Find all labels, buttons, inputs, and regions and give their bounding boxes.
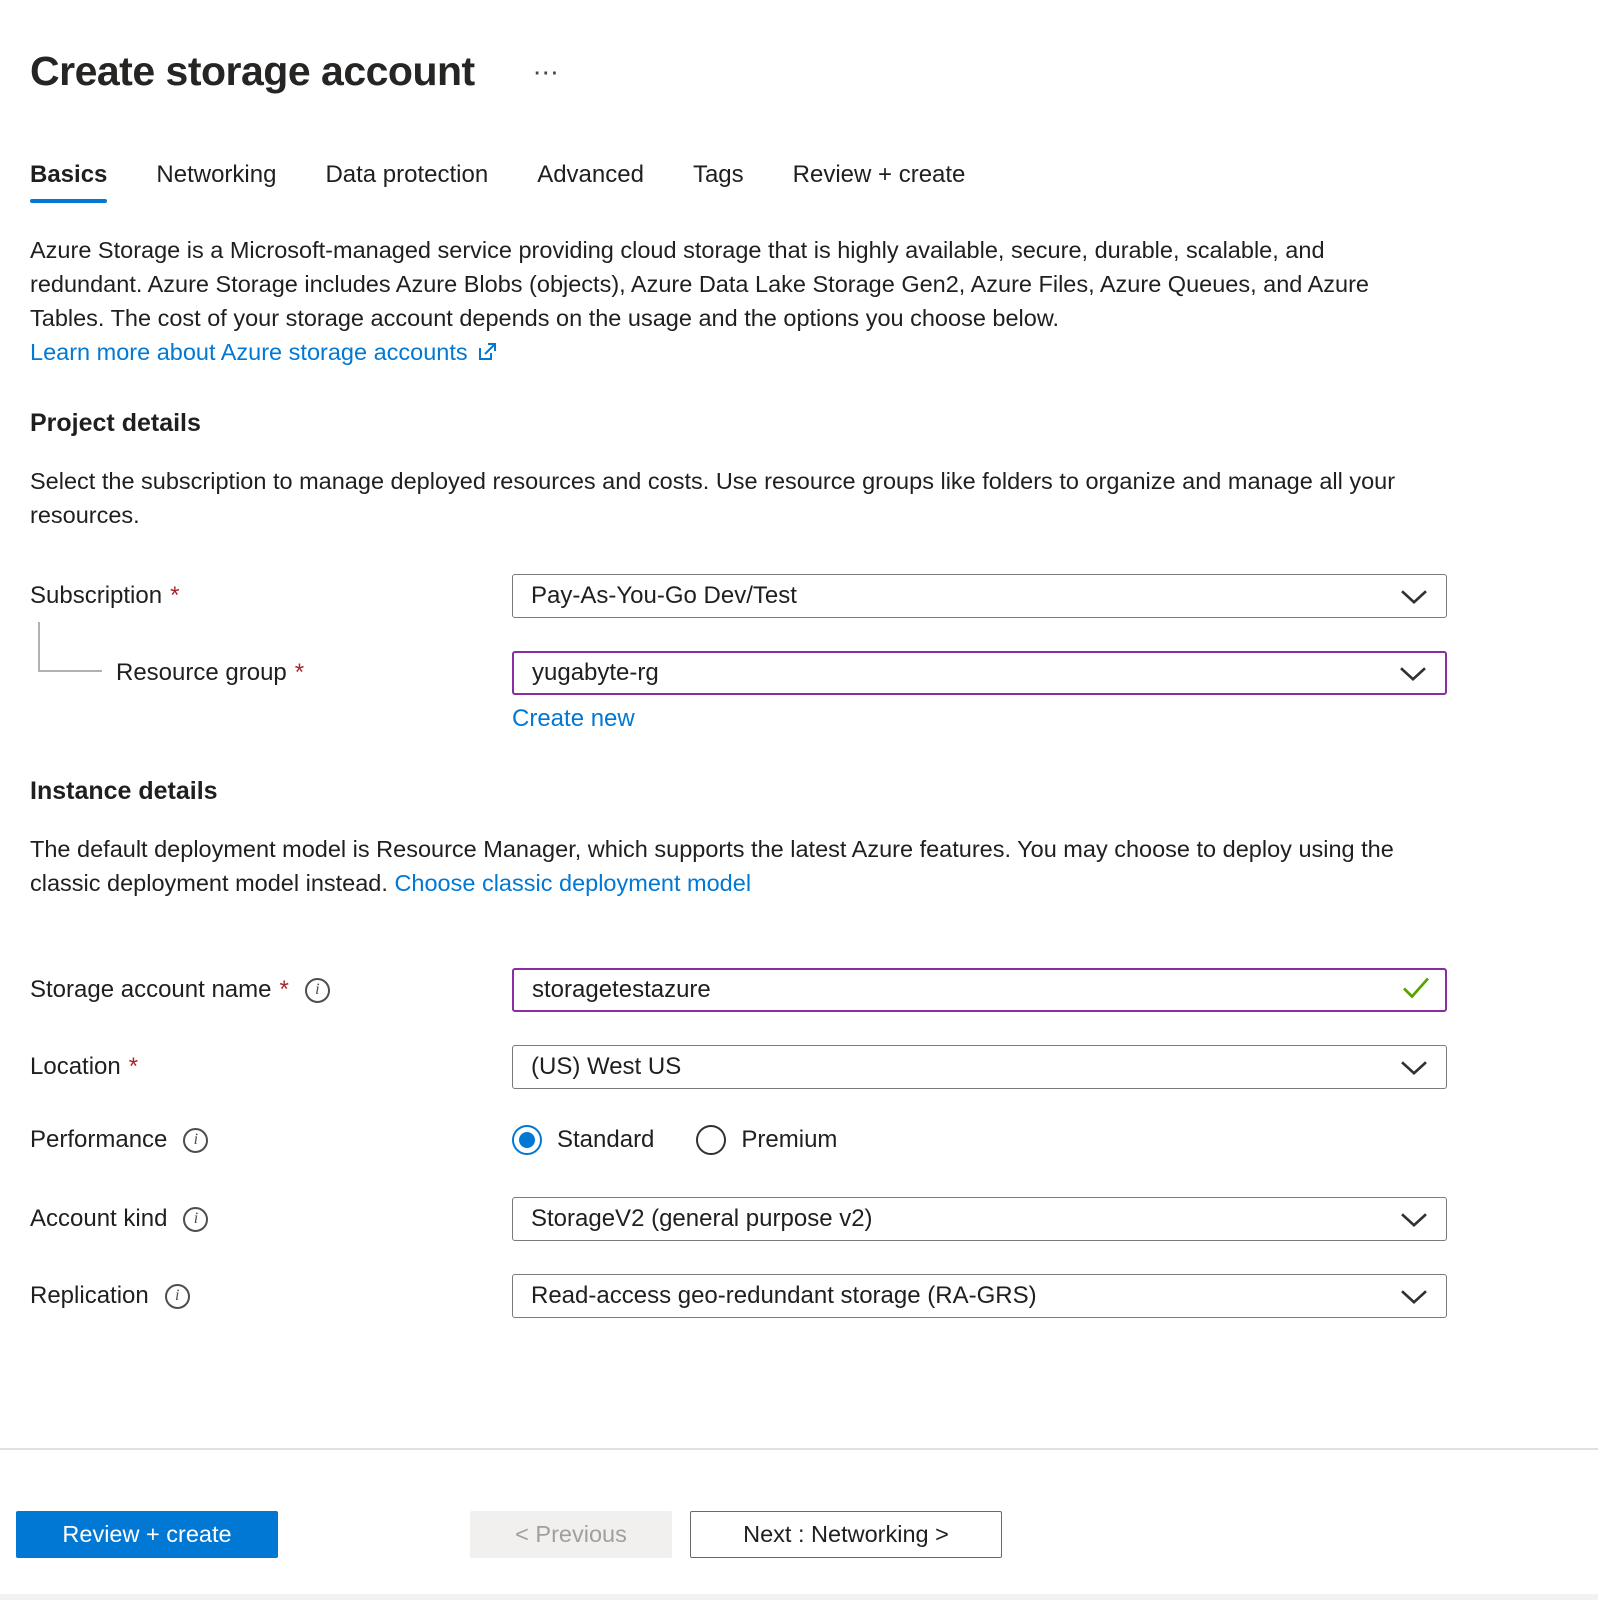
next-networking-button[interactable]: Next : Networking > xyxy=(690,1511,1002,1558)
storage-account-name-label-wrap: Storage account name * i xyxy=(30,976,512,1004)
location-row: Location * (US) West US xyxy=(30,1045,1568,1089)
subscription-row: Subscription * Pay-As-You-Go Dev/Test xyxy=(30,574,1568,618)
resource-group-label-wrap: Resource group * xyxy=(30,659,512,687)
info-icon[interactable]: i xyxy=(183,1128,208,1153)
replication-field-col: Read-access geo-redundant storage (RA-GR… xyxy=(512,1274,1447,1318)
page-header: Create storage account ⋯ xyxy=(30,48,1568,95)
replication-label: Replication xyxy=(30,1282,149,1310)
create-new-wrap: Create new xyxy=(512,705,1447,733)
resource-group-required-mark: * xyxy=(295,659,304,687)
replication-row: Replication i Read-access geo-redundant … xyxy=(30,1274,1568,1318)
more-options-icon[interactable]: ⋯ xyxy=(527,55,567,89)
instance-details-heading: Instance details xyxy=(30,777,1568,806)
location-label: Location xyxy=(30,1053,121,1081)
chevron-down-icon xyxy=(1400,584,1428,612)
create-new-link[interactable]: Create new xyxy=(512,705,635,733)
resource-group-dropdown[interactable]: yugabyte-rg xyxy=(512,651,1447,695)
project-details-heading: Project details xyxy=(30,409,1568,438)
subscription-dropdown[interactable]: Pay-As-You-Go Dev/Test xyxy=(512,574,1447,618)
instance-details-description: The default deployment model is Resource… xyxy=(30,832,1430,900)
location-label-wrap: Location * xyxy=(30,1053,512,1081)
storage-account-name-required-mark: * xyxy=(280,976,289,1004)
performance-radio-group: Standard Premium xyxy=(512,1125,1447,1155)
performance-label: Performance xyxy=(30,1126,167,1154)
external-link-icon xyxy=(476,341,498,363)
account-kind-label: Account kind xyxy=(30,1205,167,1233)
chevron-down-icon xyxy=(1400,1055,1428,1083)
learn-more-link-text: Learn more about Azure storage accounts xyxy=(30,335,468,369)
form-tabs: Basics Networking Data protection Advanc… xyxy=(30,161,1568,203)
project-details-form: Subscription * Pay-As-You-Go Dev/Test Re… xyxy=(30,574,1568,733)
account-kind-field-col: StorageV2 (general purpose v2) xyxy=(512,1197,1447,1241)
valid-check-icon xyxy=(1401,976,1431,1005)
tab-basics[interactable]: Basics xyxy=(30,161,107,203)
resource-group-label: Resource group xyxy=(116,659,287,687)
resource-group-row: Resource group * yugabyte-rg xyxy=(30,651,1568,695)
account-kind-row: Account kind i StorageV2 (general purpos… xyxy=(30,1197,1568,1241)
storage-account-name-input[interactable] xyxy=(512,968,1447,1012)
learn-more-link[interactable]: Learn more about Azure storage accounts xyxy=(30,335,498,369)
storage-account-name-field-col xyxy=(512,968,1447,1012)
radio-unselected-icon xyxy=(696,1125,726,1155)
replication-dropdown[interactable]: Read-access geo-redundant storage (RA-GR… xyxy=(512,1274,1447,1318)
tab-tags[interactable]: Tags xyxy=(693,161,744,203)
bottom-edge-strip xyxy=(0,1594,1598,1600)
account-kind-value: StorageV2 (general purpose v2) xyxy=(531,1205,873,1233)
instance-details-form: Storage account name * i Location * xyxy=(30,968,1568,1318)
resource-group-field-col: yugabyte-rg xyxy=(512,651,1447,695)
subscription-field-col: Pay-As-You-Go Dev/Test xyxy=(512,574,1447,618)
location-required-mark: * xyxy=(129,1053,138,1081)
previous-button[interactable]: < Previous xyxy=(470,1511,672,1558)
location-dropdown[interactable]: (US) West US xyxy=(512,1045,1447,1089)
storage-account-name-row: Storage account name * i xyxy=(30,968,1568,1012)
project-details-description: Select the subscription to manage deploy… xyxy=(30,464,1430,532)
tab-advanced[interactable]: Advanced xyxy=(537,161,644,203)
page-title: Create storage account xyxy=(30,48,475,95)
storage-account-name-input-wrap xyxy=(512,968,1447,1012)
create-storage-account-page: Create storage account ⋯ Basics Networki… xyxy=(0,0,1598,1600)
storage-account-name-label: Storage account name xyxy=(30,976,272,1004)
chevron-down-icon xyxy=(1399,661,1427,689)
tab-review-create[interactable]: Review + create xyxy=(793,161,966,203)
location-field-col: (US) West US xyxy=(512,1045,1447,1089)
review-create-button[interactable]: Review + create xyxy=(16,1511,278,1558)
chevron-down-icon xyxy=(1400,1207,1428,1235)
account-kind-label-wrap: Account kind i xyxy=(30,1205,512,1233)
resource-group-value: yugabyte-rg xyxy=(532,659,659,687)
info-icon[interactable]: i xyxy=(183,1207,208,1232)
subscription-required-mark: * xyxy=(170,582,179,610)
footer-actions: Review + create < Previous Next : Networ… xyxy=(16,1511,1598,1558)
replication-value: Read-access geo-redundant storage (RA-GR… xyxy=(531,1282,1037,1310)
performance-field-col: Standard Premium xyxy=(512,1125,1447,1155)
subscription-label: Subscription xyxy=(30,582,162,610)
tab-networking[interactable]: Networking xyxy=(156,161,276,203)
account-kind-dropdown[interactable]: StorageV2 (general purpose v2) xyxy=(512,1197,1447,1241)
subscription-value: Pay-As-You-Go Dev/Test xyxy=(531,582,797,610)
subscription-label-wrap: Subscription * xyxy=(30,582,512,610)
performance-premium-label: Premium xyxy=(741,1126,837,1154)
info-icon[interactable]: i xyxy=(165,1284,190,1309)
location-value: (US) West US xyxy=(531,1053,681,1081)
chevron-down-icon xyxy=(1400,1284,1428,1312)
tab-data-protection[interactable]: Data protection xyxy=(325,161,488,203)
create-new-row: Create new xyxy=(30,705,1568,733)
footer-divider xyxy=(0,1448,1598,1450)
intro-description: Azure Storage is a Microsoft-managed ser… xyxy=(30,233,1430,335)
performance-label-wrap: Performance i xyxy=(30,1126,512,1154)
performance-option-standard[interactable]: Standard xyxy=(512,1125,654,1155)
subscription-resource-group-connector xyxy=(38,622,102,672)
radio-selected-icon xyxy=(512,1125,542,1155)
replication-label-wrap: Replication i xyxy=(30,1282,512,1310)
performance-option-premium[interactable]: Premium xyxy=(696,1125,837,1155)
choose-classic-deployment-link[interactable]: Choose classic deployment model xyxy=(394,870,751,896)
performance-row: Performance i Standard Premium xyxy=(30,1125,1568,1155)
intro-section: Azure Storage is a Microsoft-managed ser… xyxy=(30,233,1430,369)
performance-standard-label: Standard xyxy=(557,1126,654,1154)
info-icon[interactable]: i xyxy=(305,978,330,1003)
